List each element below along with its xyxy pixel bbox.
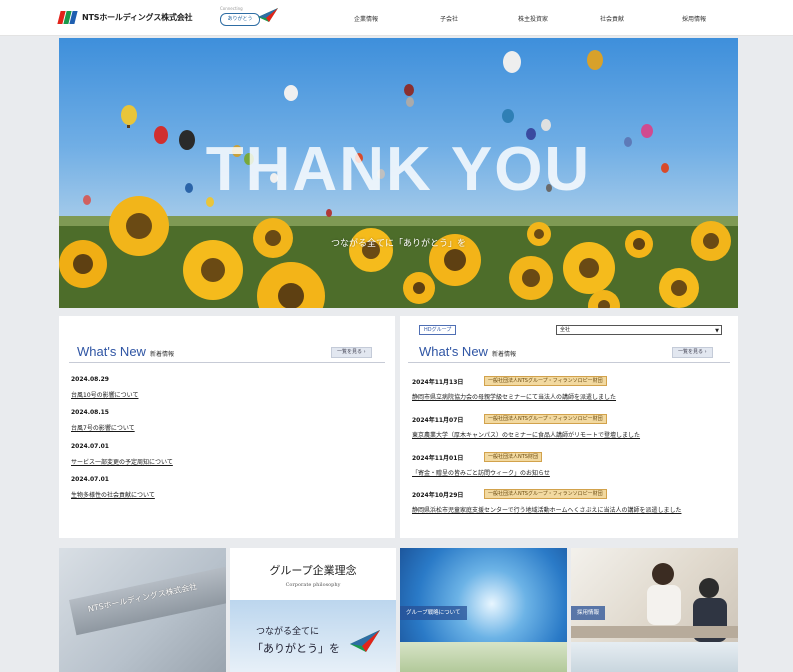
whats-new-panel: What's New 新着情報 一覧を見る › 2024.08.29 台風10号の… [59, 316, 395, 538]
group-strategy-label: グループ戦略について [400, 606, 467, 620]
philosophy-tile[interactable]: グループ企業理念 Corporate philosophy つながる全てに 「あ… [230, 548, 396, 672]
group-tab[interactable]: HDグループ [419, 325, 457, 335]
site-header: NTSホールディングス株式会社 Connecting ありがとう 企業情報 子会… [0, 0, 793, 36]
nav-item-recruit[interactable]: 採用情報 [682, 14, 706, 23]
news-link[interactable]: 東京農業大学（厚木キャンパス）のセミナーに食品人講師がリモートで登壇しました [412, 430, 640, 439]
news-link[interactable]: 生物多様性の社会貢献について [71, 490, 155, 499]
news-date: 2024.07.01 [71, 443, 109, 450]
news-date: 2024年10月29日 [412, 492, 464, 499]
hero-title: THANK YOU [205, 135, 592, 204]
philosophy-subtitle: Corporate philosophy [285, 582, 341, 588]
tile-image-bottom [400, 642, 567, 672]
recruit-label: 採用情報 [571, 606, 606, 620]
nav-item-social[interactable]: 社会貢献 [600, 14, 624, 23]
philosophy-image: つながる全てに 「ありがとう」を [230, 600, 396, 672]
nav-item-investors[interactable]: 株主投資家 [518, 14, 548, 23]
philosophy-title: グループ企業理念 [269, 564, 357, 577]
news-date: 2024.07.01 [71, 476, 109, 483]
philosophy-line-2: 「ありがとう」を [252, 642, 340, 655]
whats-new-title: What's New [77, 344, 146, 359]
company-logo-icon[interactable] [57, 11, 78, 24]
nav-item-subsidiaries[interactable]: 子会社 [440, 14, 458, 23]
badge-label: ありがとう [220, 13, 260, 26]
news-link[interactable]: サービス一部変更の予定周知について [71, 457, 173, 466]
paper-plane-icon [350, 630, 380, 652]
badge-top-text: Connecting [220, 6, 243, 11]
news-link[interactable]: 静岡県浜松市児童家庭支援センターで行う地域活動ホームへくさぶえに当法人の講師を派… [412, 505, 681, 514]
philosophy-line-1: つながる全てに [256, 627, 320, 637]
divider [408, 362, 730, 363]
news-link[interactable]: 「寄金・贈呈の皆みごと訪問ウィーク」のお知らせ [412, 468, 550, 477]
company-name[interactable]: NTSホールディングス株式会社 [82, 12, 193, 23]
whats-new-heading: What's New 新着情報 [419, 344, 516, 359]
tile-image-bottom [571, 642, 738, 672]
paper-plane-icon [258, 8, 278, 22]
nav-item-company[interactable]: 企業情報 [354, 14, 378, 23]
category-tag: 一般社団法人NTSグループ・フィランソロピー財団 [484, 489, 607, 499]
hero-banner: THANK YOU つながる全てに「ありがとう」を [59, 38, 738, 308]
whats-new-subtitle: 新着情報 [149, 352, 174, 358]
building-sign-tile[interactable]: NTSホールディングス株式会社 [59, 548, 226, 672]
news-date: 2024年11月01日 [412, 455, 464, 462]
news-link[interactable]: 台風10号の影響について [71, 390, 138, 399]
category-tag: 一般社団法人NTSグループ・フィランソロピー財団 [484, 414, 607, 424]
company-filter-select[interactable]: 全社 ▼ [556, 325, 722, 335]
news-link[interactable]: 静岡市県立病院協力会の母親学級セミナーにて当法人の講師を派遣しました [412, 392, 616, 401]
category-tag: 一般社団法人NTSグループ・フィランソロピー財団 [484, 376, 607, 386]
select-value: 全社 [560, 327, 571, 333]
view-all-button[interactable]: 一覧を見る › [672, 347, 713, 358]
divider [69, 362, 385, 363]
whats-new-heading: What's New 新着情報 [77, 344, 174, 359]
arigatou-badge[interactable]: Connecting ありがとう [220, 6, 278, 28]
group-news-panel: HDグループ 全社 ▼ What's New 新着情報 一覧を見る › 2024年… [400, 316, 738, 538]
category-tag: 一般社団法人NTS財団 [484, 452, 542, 462]
view-all-button[interactable]: 一覧を見る › [331, 347, 372, 358]
news-date: 2024年11月07日 [412, 417, 464, 424]
news-date: 2024.08.29 [71, 376, 109, 383]
whats-new-title: What's New [419, 344, 488, 359]
news-link[interactable]: 台風7号の影響について [71, 423, 135, 432]
whats-new-subtitle: 新着情報 [491, 352, 516, 358]
news-date: 2024.08.15 [71, 409, 109, 416]
chevron-down-icon: ▼ [715, 328, 719, 334]
hero-subtitle: つながる全てに「ありがとう」を [330, 239, 466, 249]
news-date: 2024年11月13日 [412, 379, 464, 386]
